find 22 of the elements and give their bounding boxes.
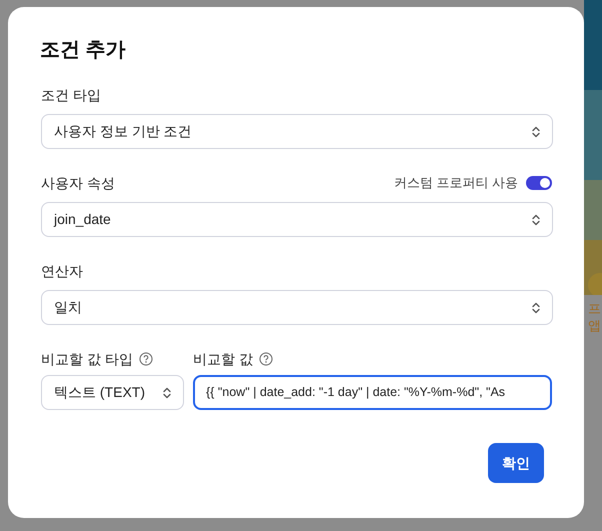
dialog-title: 조건 추가 <box>40 38 127 63</box>
chevron-up-down-icon <box>532 126 540 138</box>
chevron-up-down-icon <box>163 386 171 398</box>
field-label: 비교할 값 타입 <box>41 350 133 368</box>
chevron-up-down-icon <box>532 214 540 226</box>
help-icon[interactable] <box>138 352 153 366</box>
toggle-label: 커스텀 프로퍼티 사용 <box>394 174 518 192</box>
field-label: 사용자 속성 <box>41 174 115 192</box>
toggle-switch[interactable] <box>526 176 552 190</box>
background-text: 앱 <box>588 317 601 334</box>
field-label: 비교할 값 <box>193 350 253 368</box>
field-label: 연산자 <box>41 262 83 280</box>
help-icon[interactable] <box>258 352 273 366</box>
background-text: 프 <box>588 300 601 317</box>
select-field[interactable]: 사용자 정보 기반 조건 <box>41 114 553 149</box>
select-field[interactable]: 일치 <box>41 290 553 325</box>
value-input[interactable]: {{ "now" | date_add: "-1 day" | date: "%Y-%m-%d", "As <box>193 375 552 410</box>
confirm-button[interactable]: 확인 <box>488 443 544 483</box>
chevron-up-down-icon <box>532 302 540 314</box>
select-field[interactable]: join_date <box>41 202 553 237</box>
select-field[interactable]: 텍스트 (TEXT) <box>41 375 184 410</box>
field-label: 조건 타입 <box>41 86 101 104</box>
